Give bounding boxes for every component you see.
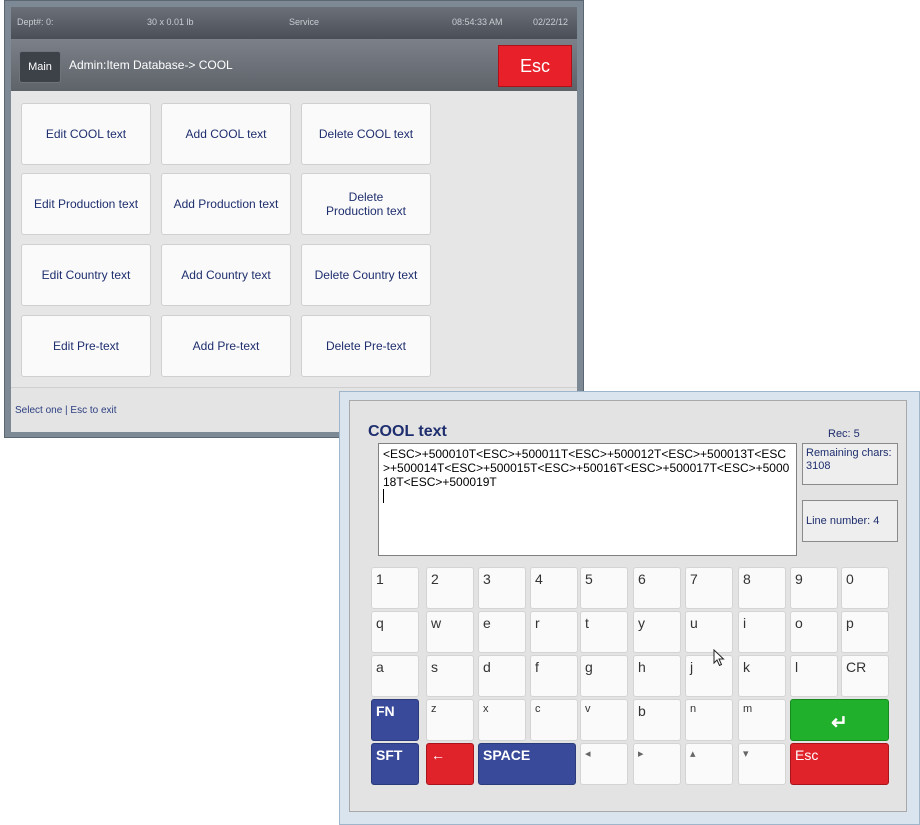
delete-cool-text-button[interactable]: Delete COOL text <box>301 103 431 165</box>
add-cool-text-button[interactable]: Add COOL text <box>161 103 291 165</box>
edit-production-text-button[interactable]: Edit Production text <box>21 173 151 235</box>
key-s[interactable]: s <box>426 655 474 697</box>
status-bar: Dept#: 0: 30 x 0.01 lb Service 08:54:33 … <box>11 7 577 39</box>
key-o[interactable]: o <box>790 611 838 653</box>
backspace-key[interactable]: ← <box>426 743 474 785</box>
dept-readout: Dept#: 0: <box>17 17 54 27</box>
record-number: Rec: 5 <box>828 428 860 440</box>
cool-text-field[interactable]: <ESC>+500010T<ESC>+500011T<ESC>+500012T<… <box>378 443 797 556</box>
key-c[interactable]: c <box>530 699 578 741</box>
key-3[interactable]: 3 <box>478 567 526 609</box>
key-n[interactable]: n <box>685 699 733 741</box>
key-1[interactable]: 1 <box>371 567 419 609</box>
add-production-text-button[interactable]: Add Production text <box>161 173 291 235</box>
item-database-window: Dept#: 0: 30 x 0.01 lb Service 08:54:33 … <box>4 0 584 438</box>
key-x[interactable]: x <box>478 699 526 741</box>
key-w[interactable]: w <box>426 611 474 653</box>
key-2[interactable]: 2 <box>426 567 474 609</box>
space-key[interactable]: SPACE <box>478 743 576 785</box>
key-f[interactable]: f <box>530 655 578 697</box>
key-cr[interactable]: CR <box>841 655 889 697</box>
key-k[interactable]: k <box>738 655 786 697</box>
line-number-box: Line number: 4 <box>802 500 898 542</box>
delete-country-text-button[interactable]: Delete Country text <box>301 244 431 306</box>
esc-key[interactable]: Esc <box>790 743 889 785</box>
key-0[interactable]: 0 <box>841 567 889 609</box>
up-arrow-key[interactable]: ▴ <box>685 743 733 785</box>
key-d[interactable]: d <box>478 655 526 697</box>
enter-key[interactable]: ↵ <box>790 699 889 741</box>
cool-text-content: <ESC>+500010T<ESC>+500011T<ESC>+500012T<… <box>383 447 790 489</box>
key-b[interactable]: b <box>633 699 681 741</box>
date-readout: 02/22/12 <box>533 17 569 27</box>
delete-production-text-button[interactable]: Delete Production text <box>301 173 431 235</box>
breadcrumb: Admin:Item Database-> COOL <box>69 58 233 72</box>
add-pre-text-button[interactable]: Add Pre-text <box>161 315 291 377</box>
key-j[interactable]: j <box>685 655 733 697</box>
key-l[interactable]: l <box>790 655 838 697</box>
key-z[interactable]: z <box>426 699 474 741</box>
key-4[interactable]: 4 <box>530 567 578 609</box>
edit-cool-text-button[interactable]: Edit COOL text <box>21 103 151 165</box>
edit-pre-text-button[interactable]: Edit Pre-text <box>21 315 151 377</box>
key-p[interactable]: p <box>841 611 889 653</box>
editor-panel: COOL text Rec: 5 <ESC>+500010T<ESC>+5000… <box>349 400 907 812</box>
delete-pre-text-button[interactable]: Delete Pre-text <box>301 315 431 377</box>
key-fn[interactable]: FN <box>371 699 419 741</box>
editor-title: COOL text <box>368 423 447 440</box>
text-caret <box>383 489 384 503</box>
key-r[interactable]: r <box>530 611 578 653</box>
down-arrow-key[interactable]: ▾ <box>738 743 786 785</box>
cool-text-editor-window: COOL text Rec: 5 <ESC>+500010T<ESC>+5000… <box>339 391 920 825</box>
key-m[interactable]: m <box>738 699 786 741</box>
remaining-chars-box: Remaining chars: 3108 <box>802 443 898 485</box>
menu-grid: Edit COOL text Add COOL text Delete COOL… <box>11 91 577 387</box>
left-arrow-key[interactable]: ◂ <box>580 743 628 785</box>
key-shift[interactable]: SFT <box>371 743 419 785</box>
edit-country-text-button[interactable]: Edit Country text <box>21 244 151 306</box>
weight-readout: 30 x 0.01 lb <box>147 17 194 27</box>
key-9[interactable]: 9 <box>790 567 838 609</box>
key-g[interactable]: g <box>580 655 628 697</box>
key-u[interactable]: u <box>685 611 733 653</box>
key-e[interactable]: e <box>478 611 526 653</box>
key-5[interactable]: 5 <box>580 567 628 609</box>
mode-readout: Service <box>289 17 320 27</box>
esc-button[interactable]: Esc <box>498 45 572 87</box>
key-6[interactable]: 6 <box>633 567 681 609</box>
key-a[interactable]: a <box>371 655 419 697</box>
right-arrow-key[interactable]: ▸ <box>633 743 681 785</box>
title-bar: Main Admin:Item Database-> COOL Esc <box>11 39 577 91</box>
key-v[interactable]: v <box>580 699 628 741</box>
footer-hint: Select one | Esc to exit <box>15 405 117 416</box>
key-t[interactable]: t <box>580 611 628 653</box>
main-button[interactable]: Main <box>19 51 61 83</box>
key-7[interactable]: 7 <box>685 567 733 609</box>
add-country-text-button[interactable]: Add Country text <box>161 244 291 306</box>
key-q[interactable]: q <box>371 611 419 653</box>
key-8[interactable]: 8 <box>738 567 786 609</box>
time-readout: 08:54:33 AM <box>452 17 503 27</box>
key-i[interactable]: i <box>738 611 786 653</box>
key-y[interactable]: y <box>633 611 681 653</box>
mouse-pointer-icon <box>713 649 725 667</box>
key-h[interactable]: h <box>633 655 681 697</box>
